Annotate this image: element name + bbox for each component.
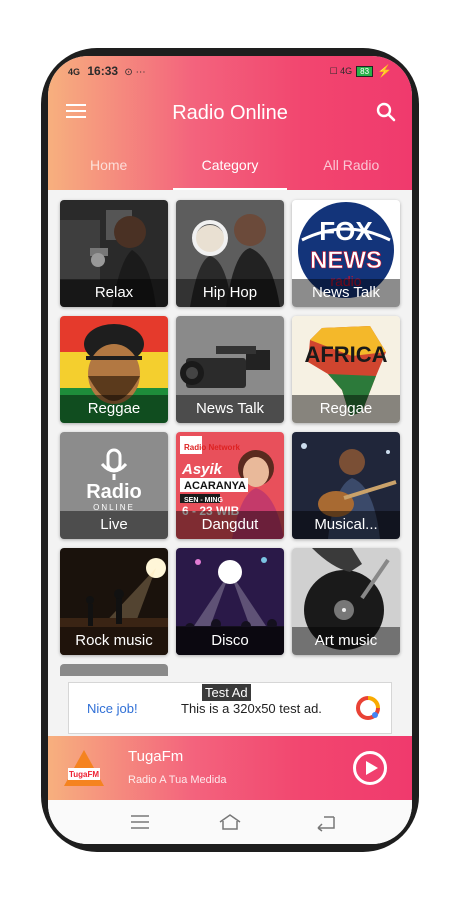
status-time: 16:33 [87, 64, 119, 78]
category-card-dangdut[interactable]: Radio Network Asyik ACARANYA SEN - MING … [176, 432, 284, 539]
home-nav-icon[interactable] [218, 812, 242, 832]
svg-text:NEWS: NEWS [310, 247, 382, 274]
tab-all-radio[interactable]: All Radio [291, 142, 412, 190]
search-icon[interactable] [376, 102, 396, 122]
category-card-reggae[interactable]: Reggae [60, 316, 168, 423]
tab-home[interactable]: Home [48, 142, 169, 190]
category-card-relax[interactable]: Relax [60, 200, 168, 307]
category-label: Hip Hop [176, 279, 284, 307]
status-extra-icons: ⊙ ⋯ [124, 67, 146, 78]
station-title: TugaFm [128, 748, 184, 765]
svg-text:ACARANYA: ACARANYA [184, 480, 246, 492]
category-label: Musical... [292, 511, 400, 539]
category-label: News Talk [176, 395, 284, 423]
menu-nav-icon[interactable] [128, 812, 152, 832]
mini-player[interactable]: TugaFM TugaFm Radio A Tua Medida [48, 736, 412, 800]
category-label: Rock music [60, 627, 168, 655]
category-label: Reggae [292, 395, 400, 423]
category-label: Reggae [60, 395, 168, 423]
category-card-live[interactable]: Radio ONLINE Live [60, 432, 168, 539]
station-logo: TugaFM [64, 750, 104, 786]
category-label: News Talk [292, 279, 400, 307]
svg-text:Asyik: Asyik [181, 461, 223, 478]
category-label: Disco [176, 627, 284, 655]
category-card-reggae-2[interactable]: AFRICA Reggae [292, 316, 400, 423]
svg-text:AFRICA: AFRICA [304, 342, 387, 367]
svg-text:Radio: Radio [86, 481, 142, 503]
system-nav-bar [48, 800, 412, 844]
toolbar: Radio Online [48, 86, 412, 142]
tab-category[interactable]: Category [169, 142, 290, 190]
category-label: Art music [292, 627, 400, 655]
category-card-art-music[interactable]: Art music [292, 548, 400, 655]
svg-text:SEN - MING: SEN - MING [184, 497, 223, 504]
category-card-partial[interactable] [60, 664, 168, 676]
status-bar: 4G 16:33 ⊙ ⋯ ☐ 4G 83 ⚡ [48, 56, 412, 86]
ad-text: This is a 320x50 test ad. [181, 701, 322, 716]
svg-text:Radio Network: Radio Network [184, 443, 241, 452]
app-bar: 4G 16:33 ⊙ ⋯ ☐ 4G 83 ⚡ Radio Online Home… [48, 56, 412, 190]
category-card-hip-hop[interactable]: Hip Hop [176, 200, 284, 307]
signal-icon: 4G [68, 67, 81, 77]
svg-text:TugaFM: TugaFM [69, 770, 99, 779]
category-label: Live [60, 511, 168, 539]
status-right: ☐ 4G 83 ⚡ [330, 64, 392, 78]
play-button-icon[interactable] [352, 750, 388, 786]
app-screen: 4G 16:33 ⊙ ⋯ ☐ 4G 83 ⚡ Radio Online Home… [48, 56, 412, 844]
category-card-musical[interactable]: Musical... [292, 432, 400, 539]
network-icon: ☐ 4G [329, 65, 353, 76]
admob-logo-icon [356, 696, 380, 720]
ad-headline[interactable]: Nice job! [87, 701, 138, 716]
tab-bar: Home Category All Radio [48, 142, 412, 190]
battery-icon: 83 [356, 65, 374, 77]
category-card-news-talk-2[interactable]: News Talk [176, 316, 284, 423]
category-card-disco[interactable]: Disco [176, 548, 284, 655]
page-title: Radio Online [172, 102, 288, 124]
category-label: Dangdut [176, 511, 284, 539]
category-card-rock-music[interactable]: Rock music [60, 548, 168, 655]
category-card-news-talk[interactable]: FOX NEWS radio News Talk [292, 200, 400, 307]
back-nav-icon[interactable] [314, 812, 338, 832]
category-label: Relax [60, 279, 168, 307]
test-ad-badge: Test Ad [202, 684, 251, 701]
status-left: 4G 16:33 ⊙ ⋯ [68, 64, 146, 78]
station-subtitle: Radio A Tua Medida [128, 774, 227, 786]
charging-icon: ⚡ [377, 64, 392, 78]
svg-text:FOX: FOX [319, 216, 373, 246]
